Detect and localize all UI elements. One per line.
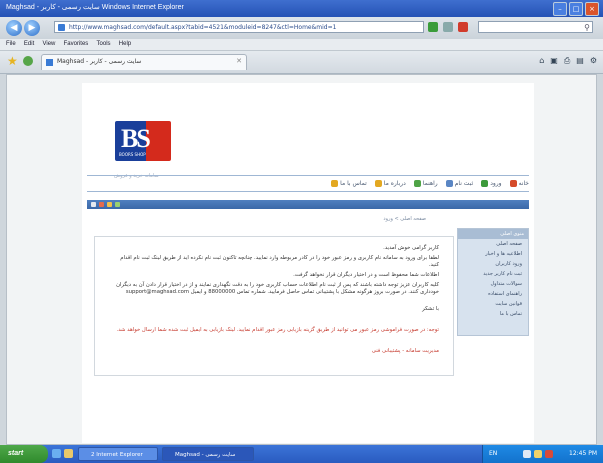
- back-arrow-icon[interactable]: ◀: [6, 20, 22, 36]
- strip-icon[interactable]: [107, 202, 112, 207]
- logo-letters: BS: [121, 124, 151, 153]
- minimize-button[interactable]: –: [553, 2, 567, 16]
- browser-viewport[interactable]: BS BOORS SHOP سامانه خرید و فروش خانه ور…: [6, 74, 597, 445]
- feeds-icon[interactable]: ▣: [550, 55, 558, 67]
- ie-quicklaunch-icon[interactable]: [52, 449, 61, 458]
- site-nav: خانه ورود ثبت نام راهنما درباره ما تماس …: [87, 177, 529, 189]
- content-toolstrip: [87, 200, 529, 209]
- add-favorites-icon[interactable]: [23, 56, 33, 66]
- close-button[interactable]: ×: [585, 2, 599, 16]
- site-logo[interactable]: BS BOORS SHOP: [115, 121, 171, 161]
- print-icon[interactable]: ⎙: [564, 55, 570, 67]
- maximize-button[interactable]: □: [569, 2, 583, 16]
- tab-active[interactable]: Maghsad - سایت رسمی - کاربر ✕: [41, 54, 247, 70]
- nav-divider: [87, 191, 529, 192]
- menu-tools[interactable]: Tools: [97, 39, 111, 50]
- stop-icon[interactable]: [458, 22, 468, 32]
- network-icon[interactable]: [523, 450, 531, 458]
- taskbar-button[interactable]: 2 Internet Explorer: [78, 447, 158, 461]
- welcome-text: کاربر گرامی خوش آمدید.: [383, 245, 439, 251]
- sidebar-item[interactable]: تماس با ما: [458, 309, 528, 319]
- nav-item-help[interactable]: راهنما: [413, 177, 438, 189]
- header-divider: [87, 175, 529, 176]
- home-nav-icon: [509, 179, 517, 187]
- nav-item-register[interactable]: ثبت نام: [445, 177, 473, 189]
- tray-icons: [523, 450, 553, 458]
- nav-item-about[interactable]: درباره ما: [374, 177, 406, 189]
- window-title: Maghsad - سایت رسمی - کاربر Windows Inte…: [6, 4, 184, 11]
- home-icon[interactable]: ⌂: [539, 55, 544, 67]
- search-input[interactable]: ⚲: [478, 21, 593, 33]
- start-button[interactable]: start: [0, 445, 48, 463]
- page-icon[interactable]: ▤: [576, 55, 584, 67]
- address-toolbar: ◀ ▶ http://www.maghsad.com/default.aspx?…: [0, 17, 603, 39]
- sidebar-menu: منوی اصلی صفحه اصلی اطلاعیه ها و اخبار و…: [457, 228, 529, 336]
- web-page: BS BOORS SHOP سامانه خرید و فروش خانه ور…: [82, 83, 534, 443]
- forward-arrow-icon[interactable]: ▶: [24, 20, 40, 36]
- go-icon[interactable]: [428, 22, 438, 32]
- content-box: کاربر گرامی خوش آمدید. لطفا برای ورود به…: [94, 236, 454, 376]
- sidebar-item[interactable]: راهنمای استفاده: [458, 289, 528, 299]
- strip-icon[interactable]: [99, 202, 104, 207]
- address-input[interactable]: http://www.maghsad.com/default.aspx?tabi…: [54, 21, 424, 33]
- contact-icon: [331, 179, 339, 187]
- window-controls: – □ ×: [553, 2, 599, 16]
- nav-item-contact[interactable]: تماس با ما: [331, 177, 367, 189]
- thanks-text: با تشکر: [422, 306, 439, 312]
- sidebar-item[interactable]: ثبت نام کاربر جدید: [458, 269, 528, 279]
- sidebar-item[interactable]: قوانین سایت: [458, 299, 528, 309]
- menu-edit[interactable]: Edit: [24, 39, 34, 50]
- tools-icon[interactable]: ⚙: [590, 55, 597, 67]
- nav-item-home[interactable]: خانه: [509, 177, 529, 189]
- command-bar: ⌂ ▣ ⎙ ▤ ⚙: [539, 55, 597, 67]
- tab-label: Maghsad - سایت رسمی - کاربر: [57, 58, 142, 65]
- sidebar-item[interactable]: سوالات متداول: [458, 279, 528, 289]
- favorites-star-icon[interactable]: ★: [7, 55, 19, 67]
- register-icon: [445, 179, 453, 187]
- menu-bar: File Edit View Favorites Tools Help: [0, 39, 603, 51]
- sidebar-item[interactable]: اطلاعیه ها و اخبار: [458, 249, 528, 259]
- warning-text: توجه: در صورت فراموشی رمز عبور می توانید…: [116, 327, 439, 333]
- instructions-text: لطفا برای ورود به سامانه نام کاربری و رم…: [120, 255, 439, 268]
- breadcrumb: صفحه اصلی > ورود: [383, 216, 426, 222]
- desktop-quicklaunch-icon[interactable]: [64, 449, 73, 458]
- address-actions: [428, 22, 468, 32]
- privacy-text: اطلاعات شما محفوظ است و در اختیار دیگران…: [293, 272, 439, 278]
- taskbar-button-active[interactable]: Maghsad - سایت رسمی: [162, 447, 254, 461]
- window-title-bar[interactable]: Maghsad - سایت رسمی - کاربر Windows Inte…: [0, 0, 603, 17]
- menu-file[interactable]: File: [6, 39, 16, 50]
- clock: 12:45 PM: [569, 450, 597, 457]
- taskbar: start 2 Internet Explorer Maghsad - سایت…: [0, 445, 603, 463]
- page-favicon-icon: [46, 59, 53, 66]
- login-icon: [481, 179, 489, 187]
- notice-text: کلیه کاربران عزیز توجه داشته باشند که پس…: [116, 282, 439, 295]
- menu-favorites[interactable]: Favorites: [64, 39, 89, 50]
- sidebar-item[interactable]: ورود کاربران: [458, 259, 528, 269]
- security-icon[interactable]: [545, 450, 553, 458]
- menu-view[interactable]: View: [42, 39, 55, 50]
- language-indicator[interactable]: EN: [489, 450, 497, 457]
- quick-launch: [52, 449, 73, 458]
- tab-bar: ★ Maghsad - سایت رسمی - کاربر ✕ ⌂ ▣ ⎙ ▤ …: [0, 51, 603, 74]
- tab-close-icon[interactable]: ✕: [236, 57, 242, 65]
- system-tray: EN 12:45 PM: [482, 445, 603, 463]
- nav-item-login[interactable]: ورود: [481, 177, 502, 189]
- help-icon: [413, 179, 421, 187]
- strip-icon[interactable]: [115, 202, 120, 207]
- menu-help[interactable]: Help: [119, 39, 131, 50]
- about-icon: [374, 179, 382, 187]
- sidebar-item[interactable]: صفحه اصلی: [458, 239, 528, 249]
- sidebar-title: منوی اصلی: [458, 229, 528, 239]
- strip-icon[interactable]: [91, 202, 96, 207]
- volume-icon[interactable]: [534, 450, 542, 458]
- logo-subtitle: BOORS SHOP: [119, 152, 146, 157]
- refresh-icon[interactable]: [443, 22, 453, 32]
- search-icon[interactable]: ⚲: [584, 23, 590, 32]
- signature-text: مدیریت سامانه - پشتیبانی فنی: [371, 348, 439, 354]
